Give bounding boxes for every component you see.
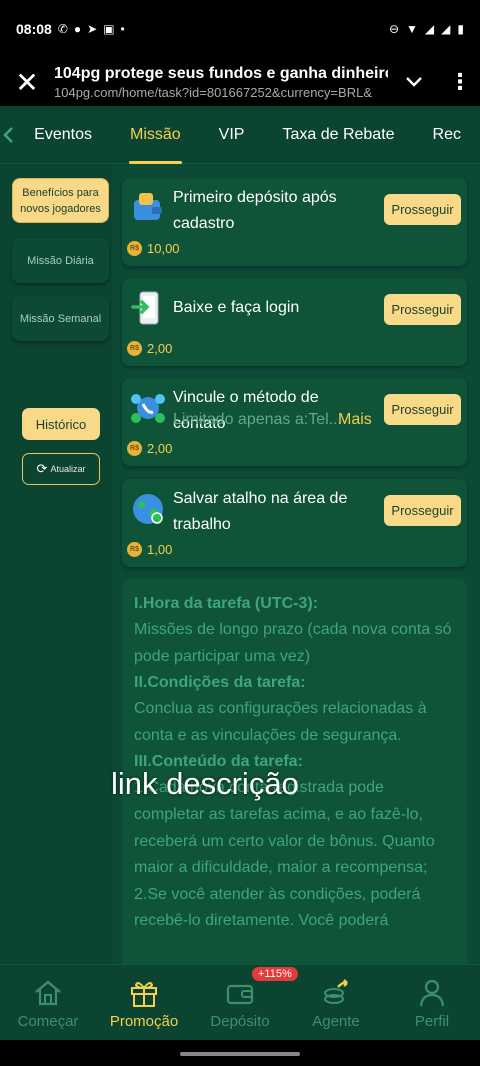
battery-icon: ▮ bbox=[457, 22, 464, 36]
status-bar: 08:08 ✆ ● ➤ ▣ • ⊖ ▼ ◢ ◢ ▮ bbox=[0, 0, 480, 58]
atualizar-button[interactable]: ⟳ Atualizar bbox=[22, 453, 100, 485]
sidebar: Benefícios para novos jogadores Missão D… bbox=[0, 164, 112, 1040]
task-title: Baixe e faça login bbox=[173, 299, 300, 316]
nav-agente[interactable]: Agente bbox=[288, 965, 384, 1040]
phone-login-icon bbox=[131, 291, 159, 325]
app-content: Eventos Missão VIP Taxa de Rebate Rec Be… bbox=[0, 106, 480, 1040]
nav-promocao[interactable]: Promoção bbox=[96, 965, 192, 1040]
prosseguir-button[interactable]: Prosseguir bbox=[384, 294, 461, 325]
chat-icon: ● bbox=[73, 22, 82, 36]
tab-taxa-rebate[interactable]: Taxa de Rebate bbox=[263, 106, 413, 164]
wallet-icon bbox=[226, 984, 254, 1005]
nav-label: Depósito bbox=[210, 1013, 270, 1030]
task-reward: R$ 2,00 bbox=[127, 441, 172, 456]
coin-icon: R$ bbox=[127, 341, 142, 356]
historico-button[interactable]: Histórico bbox=[22, 408, 100, 440]
bottom-navigation: Começar Promoção Depósito +115% Agente P… bbox=[0, 964, 480, 1040]
chevron-down-icon[interactable] bbox=[388, 58, 440, 106]
browser-title-area: 104pg protege seus fundos e ganha dinhei… bbox=[54, 65, 388, 100]
tab-eventos[interactable]: Eventos bbox=[15, 106, 111, 164]
dot-icon: • bbox=[120, 22, 125, 36]
description-heading: II.Condições da tarefa: bbox=[134, 674, 306, 692]
description-text: Missões de longo prazo (cada nova conta … bbox=[134, 621, 452, 665]
task-reward: R$ 2,00 bbox=[127, 341, 172, 356]
tab-rec[interactable]: Rec bbox=[414, 106, 480, 164]
task-title: Primeiro depósito após cadastro bbox=[173, 189, 337, 232]
task-card-deposito: Primeiro depósito após cadastro Prossegu… bbox=[122, 178, 467, 266]
prosseguir-button[interactable]: Prosseguir bbox=[384, 394, 461, 425]
mais-link[interactable]: Mais bbox=[338, 411, 372, 429]
video-caption-overlay: link descrição bbox=[111, 766, 299, 801]
globe-icon bbox=[133, 494, 163, 524]
description-text: 2.Se você atender às condições, poderá r… bbox=[134, 885, 421, 930]
signal-icon-2: ◢ bbox=[441, 22, 451, 36]
nav-label: Começar bbox=[17, 1013, 79, 1030]
task-reward: R$ 1,00 bbox=[127, 542, 172, 557]
nav-label: Perfil bbox=[414, 1013, 450, 1030]
task-card-atalho: Salvar atalho na área de trabalho Prosse… bbox=[122, 479, 467, 567]
close-icon[interactable]: ✕ bbox=[0, 58, 54, 106]
reward-amount: 10,00 bbox=[147, 241, 180, 256]
reward-amount: 2,00 bbox=[147, 341, 173, 356]
reward-amount: 1,00 bbox=[147, 542, 173, 557]
tab-missao[interactable]: Missão bbox=[111, 106, 200, 164]
task-subtitle: Limitado apenas a:Tel... bbox=[173, 411, 342, 428]
back-arrow-icon[interactable] bbox=[0, 106, 15, 164]
nav-label: Promoção bbox=[109, 1013, 179, 1030]
wifi-icon: ▼ bbox=[406, 22, 418, 36]
description-heading: I.Hora da tarefa (UTC-3): bbox=[134, 595, 319, 612]
tab-vip[interactable]: VIP bbox=[200, 106, 264, 164]
task-card-contato: Vincule o método de contato Limitado ape… bbox=[122, 378, 467, 466]
whatsapp-icon: ✆ bbox=[57, 22, 68, 36]
notification-icon: ▣ bbox=[103, 22, 115, 36]
atualizar-label: Atualizar bbox=[50, 464, 86, 474]
more-menu-icon[interactable]: ⋮ bbox=[440, 58, 480, 106]
nav-perfil[interactable]: Perfil bbox=[384, 965, 480, 1040]
prosseguir-button[interactable]: Prosseguir bbox=[384, 495, 461, 526]
sidebar-item-missao-semanal[interactable]: Missão Semanal bbox=[12, 296, 109, 341]
page-title: 104pg protege seus fundos e ganha dinhei… bbox=[54, 64, 388, 82]
sidebar-item-beneficios[interactable]: Benefícios para novos jogadores bbox=[12, 178, 109, 223]
home-indicator[interactable] bbox=[180, 1052, 300, 1056]
reward-amount: 2,00 bbox=[147, 441, 173, 456]
task-reward: R$ 10,00 bbox=[127, 241, 180, 256]
task-title: Salvar atalho na área de trabalho bbox=[173, 490, 348, 533]
nav-label: Agente bbox=[312, 1013, 360, 1030]
tab-bar: Eventos Missão VIP Taxa de Rebate Rec bbox=[0, 106, 480, 164]
gift-icon bbox=[131, 982, 157, 1007]
coin-icon: R$ bbox=[127, 441, 142, 456]
gesture-bar bbox=[0, 1040, 480, 1066]
browser-toolbar: ✕ 104pg protege seus fundos e ganha dinh… bbox=[0, 58, 480, 106]
person-icon bbox=[419, 979, 445, 1007]
coin-icon: R$ bbox=[127, 542, 142, 557]
coin-icon: R$ bbox=[127, 241, 142, 256]
telegram-icon: ➤ bbox=[87, 22, 98, 36]
sidebar-item-missao-diaria[interactable]: Missão Diária bbox=[12, 238, 109, 283]
nav-comecar[interactable]: Começar bbox=[0, 965, 96, 1040]
signal-icon: ◢ bbox=[424, 22, 435, 36]
dnd-icon: ⊖ bbox=[388, 22, 400, 36]
page-url: 104pg.com/home/task?id=801667252&currenc… bbox=[54, 84, 372, 100]
prosseguir-button[interactable]: Prosseguir bbox=[384, 194, 461, 225]
refresh-icon: ⟳ bbox=[36, 461, 48, 476]
description-text: Conclua as configurações relacionadas à … bbox=[134, 700, 427, 744]
clock: 08:08 bbox=[16, 21, 52, 37]
contacts-icon bbox=[131, 394, 165, 423]
task-card-login: Baixe e faça login Prosseguir R$ 2,00 bbox=[122, 278, 467, 366]
home-icon bbox=[35, 980, 61, 1006]
wallet-icon bbox=[134, 193, 162, 220]
coins-icon bbox=[324, 979, 348, 1004]
